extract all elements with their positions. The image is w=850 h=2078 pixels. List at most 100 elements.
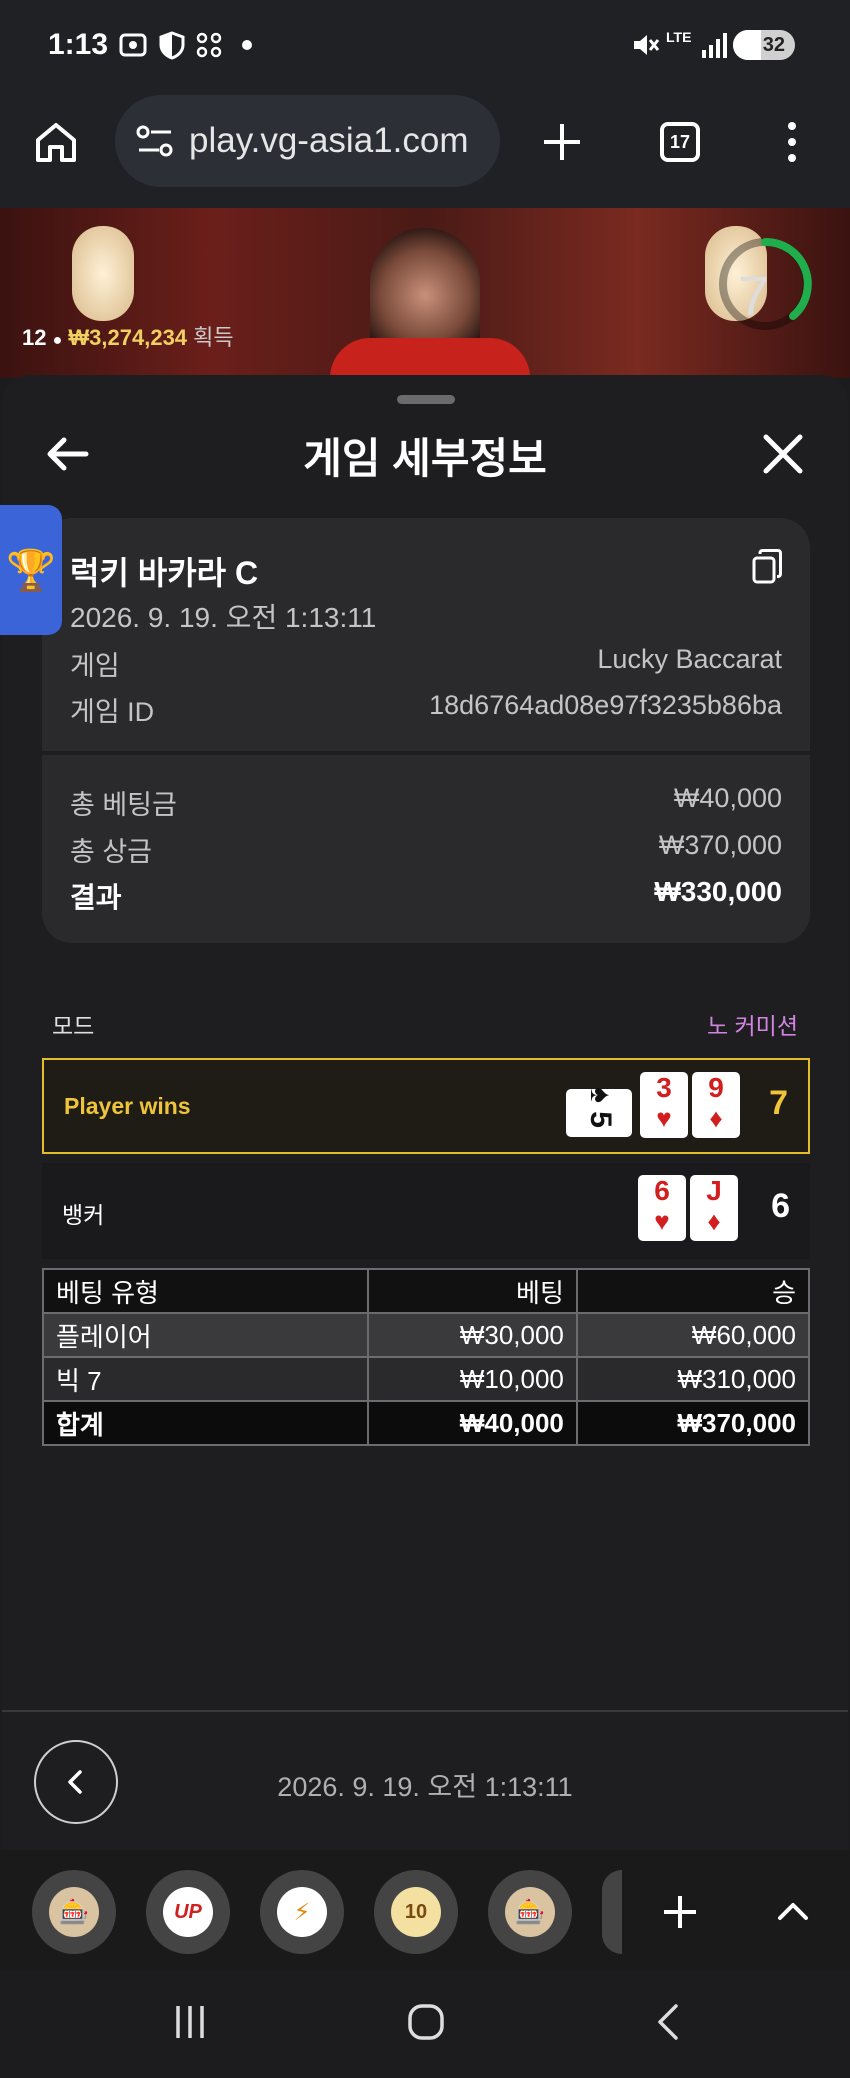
dock-item-3[interactable]: ⚡ <box>260 1870 344 1954</box>
table-header-row: 베팅 유형 베팅 승 <box>42 1268 811 1314</box>
dock-item-1[interactable]: 🎰 <box>32 1870 116 1954</box>
player-hand-label: Player wins <box>64 1093 191 1119</box>
game-dock: 🎰 UP ⚡ 10 🎰 <box>0 1850 850 1970</box>
recent-apps-icon[interactable] <box>170 2002 210 2042</box>
modal-title: 게임 세부정보 <box>303 435 547 482</box>
drag-handle[interactable] <box>397 395 455 404</box>
site-settings-icon[interactable] <box>135 123 175 159</box>
back-button-icon[interactable] <box>650 2002 686 2042</box>
address-bar[interactable]: play.vg-asia1.com <box>115 95 500 187</box>
card-rank: J <box>706 1175 722 1206</box>
winnings-label: 획득 <box>193 325 234 350</box>
player-score: 7 <box>769 1084 788 1122</box>
table-total-row: 합계 ₩40,000 ₩370,000 <box>42 1400 811 1446</box>
mode-label: 모드 <box>52 1013 95 1039</box>
result-label: 결과 <box>70 882 122 913</box>
banker-score: 6 <box>771 1187 790 1225</box>
total-payout-value: ₩370,000 <box>658 830 782 860</box>
dock-item-partial[interactable] <box>602 1870 622 1954</box>
home-button-icon[interactable] <box>406 2002 446 2042</box>
person-icon: ● <box>52 332 63 349</box>
dock-item-4[interactable]: 10 <box>374 1870 458 1954</box>
card-rank: 5 <box>584 1111 617 1128</box>
dock-item-5[interactable]: 🎰 <box>488 1870 572 1954</box>
system-navigation-bar <box>0 1970 850 2078</box>
total-bet-value: ₩40,000 <box>673 783 782 813</box>
game-info-section: 럭키 바카라 C 2026. 9. 19. 오전 1:13:11 게임 Luck… <box>42 518 810 751</box>
add-game-icon[interactable] <box>660 1892 700 1932</box>
live-video-stream: 7 12 ● ₩3,274,234 획득 <box>0 208 850 378</box>
mute-icon <box>634 35 660 55</box>
win-amount-cell: ₩310,000 <box>575 1356 811 1402</box>
game-details-modal: 게임 세부정보 럭키 바카라 C 2026. 9. 19. 오전 1:13:11… <box>2 375 848 1850</box>
player-card-1: ♠ 5 <box>566 1087 632 1137</box>
bet-type-cell: 플레이어 <box>42 1312 369 1358</box>
slot-machine-icon: 🎰 <box>49 1887 99 1937</box>
bets-table: 베팅 유형 베팅 승 플레이어 ₩30,000 ₩60,000 빅 7 ₩10,… <box>42 1268 811 1446</box>
footer-divider <box>2 1710 848 1712</box>
winnings-banner: 12 ● ₩3,274,234 획득 <box>22 320 234 352</box>
lightning-game-icon: ⚡ <box>277 1887 327 1937</box>
card-rank: 6 <box>654 1175 670 1206</box>
win-amount-cell: ₩60,000 <box>575 1312 811 1358</box>
screenshot-icon <box>119 33 147 57</box>
table-row: 빅 7 ₩10,000 ₩310,000 <box>42 1356 811 1402</box>
card-suit: ♦ <box>709 1103 723 1133</box>
lantern-left <box>72 226 134 321</box>
bet-amount-cell: ₩30,000 <box>367 1312 578 1358</box>
url-text: play.vg-asia1.com <box>189 121 469 160</box>
game-info-card: 럭키 바카라 C 2026. 9. 19. 오전 1:13:11 게임 Luck… <box>42 518 810 943</box>
player-card-3: 9 ♦ <box>692 1072 740 1138</box>
card-rank: 3 <box>656 1072 672 1103</box>
player-hand-row: Player wins ♠ 5 3 ♥ 9 ♦ 7 <box>42 1058 810 1154</box>
banker-card-1: 6 ♥ <box>638 1175 686 1241</box>
dock-item-2[interactable]: UP <box>146 1870 230 1954</box>
divider <box>42 751 810 755</box>
result-value: ₩330,000 <box>654 876 782 907</box>
up-game-icon: UP <box>163 1887 213 1937</box>
bet-amount-cell: ₩10,000 <box>367 1356 578 1402</box>
game-type-label: 게임 <box>70 651 120 681</box>
table-row: 플레이어 ₩30,000 ₩60,000 <box>42 1312 811 1358</box>
banker-card-2: J ♦ <box>690 1175 738 1241</box>
browser-toolbar: play.vg-asia1.com 17 <box>0 90 850 208</box>
trophy-icon: 🏆 <box>6 548 56 593</box>
bet-type-cell: 빅 7 <box>42 1356 369 1402</box>
game-name: 럭키 바카라 C <box>70 555 259 591</box>
copy-icon[interactable] <box>750 548 784 586</box>
network-type: LTE <box>666 29 692 45</box>
total-label-cell: 합계 <box>42 1400 369 1446</box>
card-suit: ♦ <box>707 1206 721 1236</box>
mode-value: 노 커미션 <box>706 1013 798 1039</box>
card-suit: ♥ <box>654 1206 670 1236</box>
total-bet-cell: ₩40,000 <box>367 1400 578 1446</box>
more-menu-icon[interactable] <box>780 120 804 164</box>
banker-hand-row: 뱅커 6 ♥ J ♦ 6 <box>42 1163 810 1259</box>
card-rank: 9 <box>708 1072 724 1103</box>
tab-switcher-button[interactable]: 17 <box>660 122 700 162</box>
slot-machine-2-icon: 🎰 <box>505 1887 555 1937</box>
total-win-cell: ₩370,000 <box>575 1400 811 1446</box>
notification-dot <box>242 40 252 50</box>
chevron-up-icon[interactable] <box>776 1898 810 1924</box>
new-tab-icon[interactable] <box>540 120 584 164</box>
header-bet-type: 베팅 유형 <box>42 1268 369 1314</box>
total-bet-label: 총 베팅금 <box>70 790 177 820</box>
trophy-side-tab[interactable]: 🏆 <box>0 505 62 635</box>
winner-count: 12 <box>22 325 47 350</box>
battery-level: 32 <box>762 33 785 56</box>
game-type-value: Lucky Baccarat <box>597 644 782 674</box>
card-suit: ♥ <box>656 1103 672 1133</box>
status-bar: 1:13 LTE 32 <box>0 0 850 90</box>
close-icon[interactable] <box>758 429 808 479</box>
footer-datetime: 2026. 9. 19. 오전 1:13:11 <box>277 1772 573 1802</box>
winnings-amount: ₩3,274,234 <box>68 325 188 350</box>
header-win: 승 <box>575 1268 811 1314</box>
header-bet: 베팅 <box>367 1268 578 1314</box>
status-time: 1:13 <box>48 28 109 61</box>
battery-charging-icon <box>733 30 761 60</box>
shield-icon <box>159 31 185 60</box>
home-icon[interactable] <box>32 118 80 166</box>
ten-game-icon: 10 <box>391 1887 441 1937</box>
game-id-value: 18d6764ad08e97f3235b86ba <box>429 690 782 720</box>
